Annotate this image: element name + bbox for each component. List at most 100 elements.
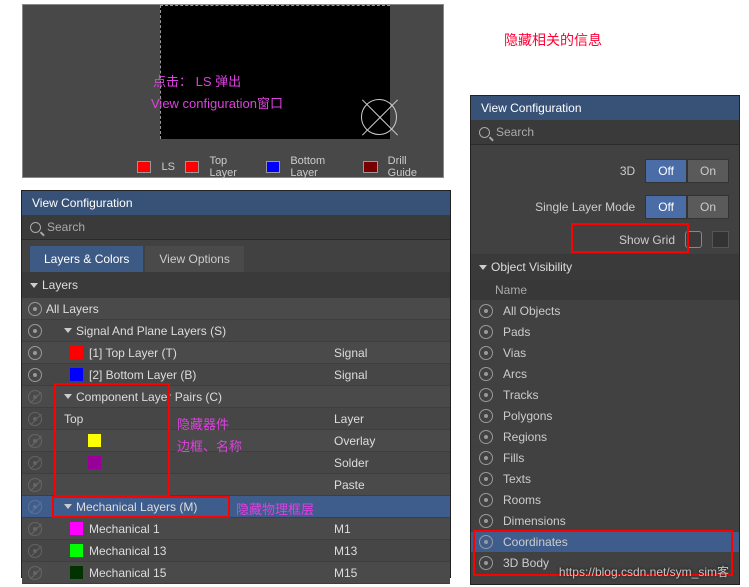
tab-view-options[interactable]: View Options xyxy=(145,246,243,272)
chevron-down-icon xyxy=(64,328,72,333)
swatch-ls[interactable] xyxy=(137,161,151,173)
visibility-eye-icon[interactable] xyxy=(479,367,493,381)
visibility-eye-icon[interactable] xyxy=(28,368,42,382)
annotation-box xyxy=(52,496,230,518)
visibility-eye-icon[interactable] xyxy=(28,500,42,514)
annotation-text: 隐藏物理框层 xyxy=(236,499,314,518)
visibility-eye-icon[interactable] xyxy=(479,514,493,528)
layer-type-label: Paste xyxy=(334,478,444,492)
layer-row[interactable]: Mechanical 1M1 xyxy=(22,518,450,540)
visibility-eye-icon[interactable] xyxy=(28,434,42,448)
annotation-text: 点击： LS 弹出 xyxy=(153,71,241,90)
object-row[interactable]: Vias xyxy=(471,343,739,364)
visibility-eye-icon[interactable] xyxy=(28,456,42,470)
search-icon xyxy=(30,222,41,233)
visibility-eye-icon[interactable] xyxy=(28,544,42,558)
layer-row[interactable]: Mechanical 15M15 xyxy=(22,562,450,584)
view-configuration-panel-right: View Configuration Search 3D Off On Sing… xyxy=(470,95,740,585)
single-layer-on-button[interactable]: On xyxy=(687,195,729,219)
swatch-bottom[interactable] xyxy=(266,161,280,173)
panel-title: View Configuration xyxy=(22,191,450,215)
object-row[interactable]: Pads xyxy=(471,322,739,343)
layer-label: All Layers xyxy=(46,302,444,316)
visibility-eye-icon[interactable] xyxy=(28,302,42,316)
layer-row[interactable]: Mechanical 13M13 xyxy=(22,540,450,562)
object-label: Texts xyxy=(503,472,531,486)
search-input[interactable]: Search xyxy=(496,125,731,139)
layer-type-label: Overlay xyxy=(334,434,444,448)
layer-label: Signal And Plane Layers (S) xyxy=(76,324,444,338)
object-row[interactable]: Regions xyxy=(471,427,739,448)
layer-type-label: Layer xyxy=(334,412,444,426)
visibility-eye-icon[interactable] xyxy=(28,566,42,580)
object-row[interactable]: Texts xyxy=(471,469,739,490)
layer-type-label: M1 xyxy=(334,522,444,536)
object-row[interactable]: Dimensions xyxy=(471,511,739,532)
grid-color-swatch[interactable] xyxy=(712,231,729,248)
layer-color-swatch[interactable] xyxy=(70,368,83,381)
object-label: Dimensions xyxy=(503,514,566,528)
panel-title: View Configuration xyxy=(471,96,739,120)
object-row[interactable]: Tracks xyxy=(471,385,739,406)
layer-row[interactable]: Signal And Plane Layers (S) xyxy=(22,320,450,342)
visibility-eye-icon[interactable] xyxy=(479,325,493,339)
visibility-eye-icon[interactable] xyxy=(28,390,42,404)
3d-off-button[interactable]: Off xyxy=(645,159,687,183)
chevron-down-icon xyxy=(30,283,38,288)
annotation-text: 边框、名称 xyxy=(177,436,242,455)
layer-color-swatch[interactable] xyxy=(70,544,83,557)
pcb-viewport: 点击： LS 弹出 View configuration窗口 LS Top La… xyxy=(22,4,444,178)
visibility-eye-icon[interactable] xyxy=(28,346,42,360)
object-row[interactable]: Polygons xyxy=(471,406,739,427)
visibility-eye-icon[interactable] xyxy=(479,409,493,423)
layer-color-swatch[interactable] xyxy=(70,522,83,535)
annotation-text: View configuration窗口 xyxy=(151,93,283,112)
annotation-text: 隐藏器件 xyxy=(177,414,229,433)
search-icon xyxy=(479,127,490,138)
layer-type-label: Solder xyxy=(334,456,444,470)
layer-row[interactable]: All Layers xyxy=(22,298,450,320)
tab-layers-colors[interactable]: Layers & Colors xyxy=(30,246,143,272)
column-header: Name xyxy=(471,280,739,301)
tab-strip: Layers & Colors View Options xyxy=(22,240,450,272)
object-label: Tracks xyxy=(503,388,539,402)
search-input[interactable]: Search xyxy=(47,220,442,234)
layer-type-label: M13 xyxy=(334,544,444,558)
search-bar[interactable]: Search xyxy=(22,215,450,240)
swatch-drill[interactable] xyxy=(363,161,377,173)
visibility-eye-icon[interactable] xyxy=(479,388,493,402)
object-label: All Objects xyxy=(503,304,560,318)
object-row[interactable]: All Objects xyxy=(471,301,739,322)
layer-color-swatch[interactable] xyxy=(70,566,83,579)
layer-color-swatch[interactable] xyxy=(70,346,83,359)
section-object-visibility[interactable]: Object Visibility xyxy=(471,254,739,280)
layer-label: [1] Top Layer (T) xyxy=(89,346,334,360)
visibility-eye-icon[interactable] xyxy=(479,472,493,486)
object-row[interactable]: Rooms xyxy=(471,490,739,511)
object-label: Arcs xyxy=(503,367,527,381)
section-layers[interactable]: Layers xyxy=(22,272,450,298)
visibility-eye-icon[interactable] xyxy=(28,412,42,426)
visibility-eye-icon[interactable] xyxy=(479,451,493,465)
visibility-eye-icon[interactable] xyxy=(479,493,493,507)
layer-row[interactable]: [1] Top Layer (T)Signal xyxy=(22,342,450,364)
object-row[interactable]: Arcs xyxy=(471,364,739,385)
object-label: Regions xyxy=(503,430,547,444)
layer-type-label: Signal xyxy=(334,368,444,382)
watermark: https://blog.csdn.net/sym_sim客 xyxy=(559,563,729,580)
visibility-eye-icon[interactable] xyxy=(479,430,493,444)
chevron-down-icon xyxy=(479,265,487,270)
visibility-eye-icon[interactable] xyxy=(28,478,42,492)
visibility-eye-icon[interactable] xyxy=(28,324,42,338)
single-layer-off-button[interactable]: Off xyxy=(645,195,687,219)
layer-label: Mechanical 15 xyxy=(89,566,334,580)
object-row[interactable]: Fills xyxy=(471,448,739,469)
visibility-eye-icon[interactable] xyxy=(479,304,493,318)
visibility-eye-icon[interactable] xyxy=(479,346,493,360)
object-label: Rooms xyxy=(503,493,541,507)
search-bar[interactable]: Search xyxy=(471,120,739,145)
visibility-eye-icon[interactable] xyxy=(28,522,42,536)
3d-on-button[interactable]: On xyxy=(687,159,729,183)
layer-label: Mechanical 13 xyxy=(89,544,334,558)
swatch-top[interactable] xyxy=(185,161,199,173)
